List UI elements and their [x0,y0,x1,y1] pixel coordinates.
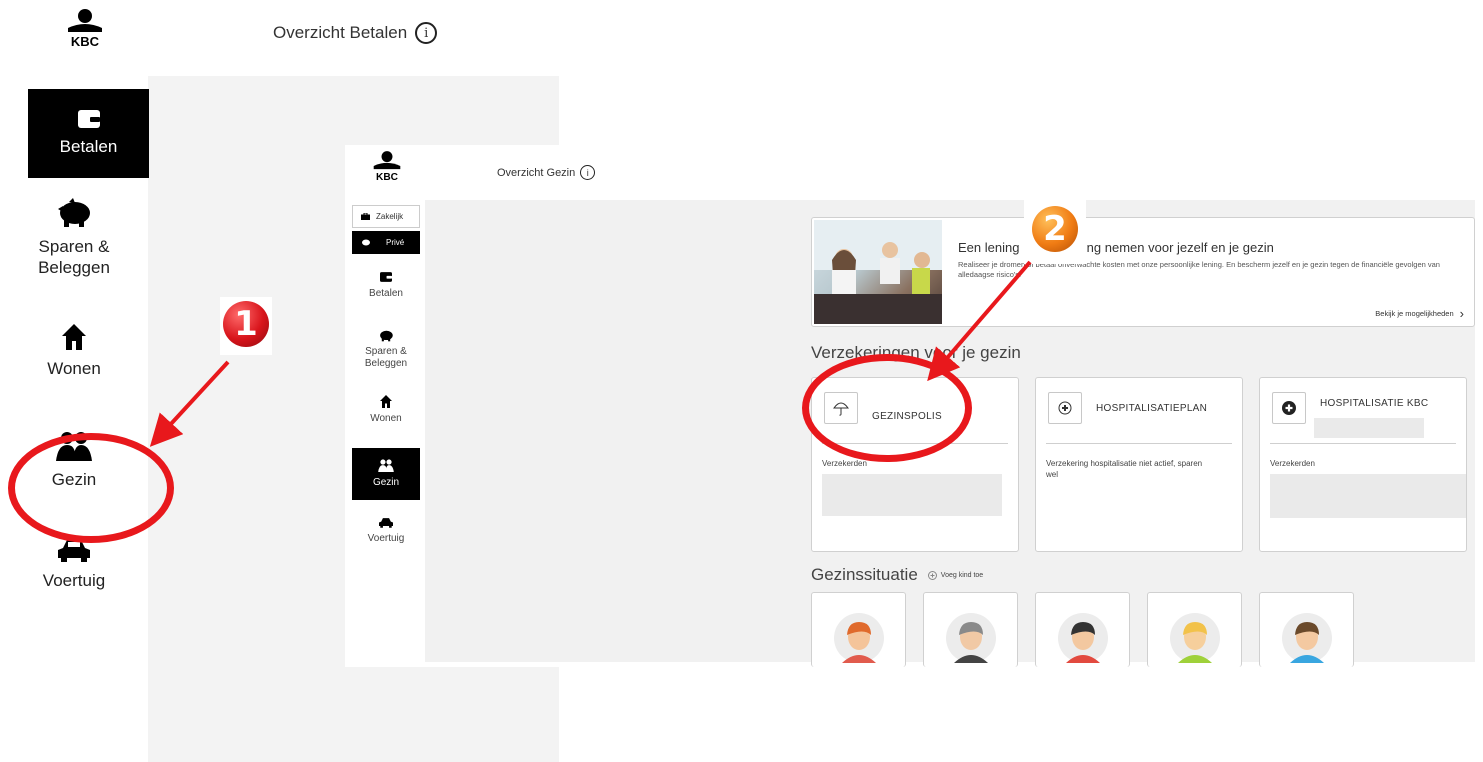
sidebar-item-label: Wonen [47,358,101,378]
avatar-boy-icon [1282,613,1332,663]
sidebar-item-label: Betalen [59,137,118,156]
hospital-icon [1048,392,1082,424]
policy-number-placeholder [1314,418,1424,438]
segment-prive[interactable]: Privé [352,231,420,254]
house-icon [380,395,392,408]
car-icon [379,518,393,528]
sidebar-item-sparen-beleggen[interactable]: Sparen & Beleggen [0,178,148,296]
medical-cross-icon [1272,392,1306,424]
family-member-card[interactable] [1259,592,1354,667]
sidebar-item-label: Voertuig [42,570,106,590]
kbc-logo-text: KBC [71,34,100,48]
sidebar-item-label: Sparen & Beleggen [38,237,110,277]
family-member-card[interactable] [1035,592,1130,667]
piggy-small-icon [362,239,370,246]
insured-list-placeholder [822,474,1002,516]
inset-nav-sparen-beleggen[interactable]: Sparen & Beleggen [352,318,420,380]
step-badge: 1 [223,301,269,347]
promo-link[interactable]: Bekijk je mogelijkheden › [1375,306,1464,321]
card-label: Verzekerden [822,459,867,468]
insured-list-placeholder [1270,474,1466,518]
card-label: Verzekering hospitalisatie niet actief, … [1046,459,1203,479]
avatar-man-glasses-icon [1058,613,1108,663]
wallet-icon [380,272,392,282]
card-label: Verzekerden [1270,459,1315,468]
annotation-step-1: 1 [220,297,272,355]
kbc-logo: KBC [62,8,108,49]
inset-nav-betalen[interactable]: Betalen [352,254,420,318]
inset-nav-gezin[interactable]: Gezin [352,448,420,500]
family-member-card[interactable] [1147,592,1242,667]
chevron-right-icon: › [1459,306,1464,321]
annotation-ring-gezinspolis [802,354,972,462]
inset-nav-wonen[interactable]: Wonen [352,380,420,440]
page-title: Overzicht Betalen [273,23,408,42]
promo-banner[interactable]: Een lening ring nemen voor jezelf en je g… [811,217,1475,327]
insurance-card-hospitalisatieplan[interactable]: HOSPITALISATIEPLAN Verzekering hospitali… [1035,377,1243,552]
avatar-blond-child-icon [1170,613,1220,663]
info-icon[interactable]: i [415,22,438,44]
family-kitchen-photo [814,220,942,324]
family-member-card[interactable] [923,592,1018,667]
inset-nav-voertuig[interactable]: Voertuig [352,500,420,562]
piggy-bank-icon [380,330,393,342]
add-child-button[interactable]: Voeg kind toe [927,570,983,580]
insurance-card-hospitalisatie-kbc[interactable]: HOSPITALISATIE KBC Verzekerden [1259,377,1467,552]
add-circle-icon [927,570,937,580]
promo-title: Een lening ring nemen voor jezelf en je g… [958,240,1274,255]
inset-page-title-bar: Overzicht Gezin i [497,165,596,180]
inset-page-title: Overzicht Gezin [497,166,576,179]
family-icon [378,459,394,472]
card-divider [1046,443,1232,444]
sidebar-item-wonen[interactable]: Wonen [0,296,148,406]
inset-kbc-logo: KBC [369,150,405,183]
family-members-row [811,592,1371,667]
briefcase-icon [361,213,370,220]
svg-text:KBC: KBC [376,172,399,182]
avatar-woman-red-hair-icon [834,613,884,663]
annotation-ring-gezin [8,433,174,543]
inset-sidebar: Zakelijk Privé Betalen Sparen & Beleggen… [352,205,420,562]
piggy-bank-icon [58,198,90,227]
sidebar-item-betalen[interactable]: Betalen [28,89,149,178]
page-title-bar: Overzicht Betalen i [273,22,438,44]
wallet-icon [77,110,100,128]
house-icon [62,323,86,350]
family-section-title: Gezinssituatie [811,565,918,584]
family-section-header: Gezinssituatie Voeg kind toe [811,565,983,585]
segment-zakelijk[interactable]: Zakelijk [352,205,420,228]
card-divider [1270,443,1456,444]
inset-info-icon[interactable]: i [580,165,596,180]
avatar-bearded-man-icon [946,613,996,663]
annotation-step-2: 2 [1024,200,1086,264]
family-member-card[interactable] [811,592,906,667]
step-badge: 2 [1032,206,1078,252]
